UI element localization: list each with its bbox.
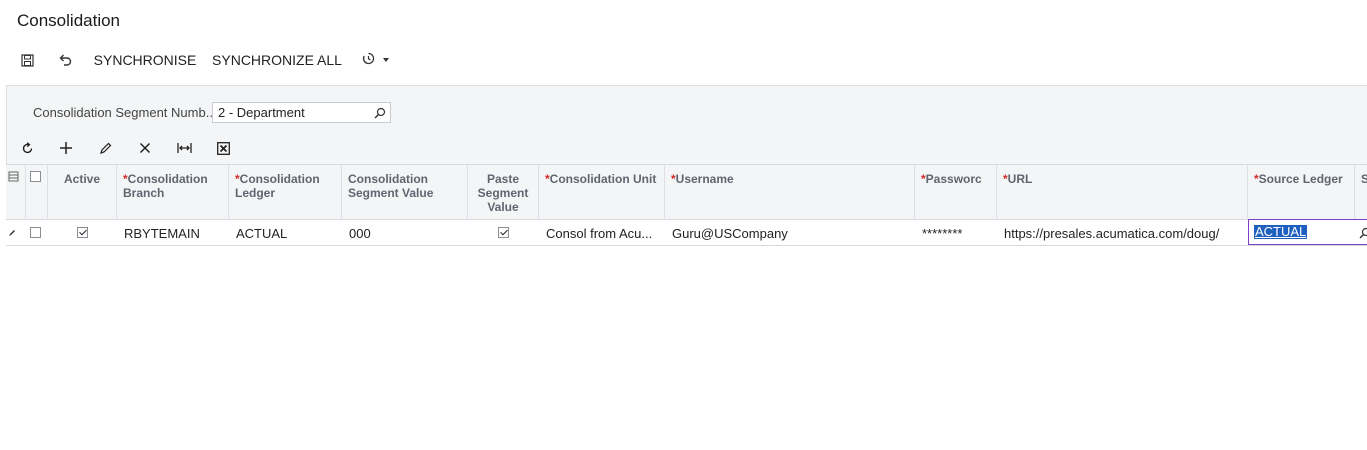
table-row[interactable]: RBYTEMAIN ACTUAL 000 Consol from Acu... … [6,219,1367,246]
col-consolidation-unit[interactable]: *Consolidation Unit [539,165,665,220]
select-all-checkbox[interactable] [26,165,48,220]
source-ledger-editor[interactable]: ACTUAL [1248,219,1367,245]
chevron-down-icon [382,58,389,62]
col-segment-value[interactable]: Consolidation Segment Value [342,165,468,220]
col-url[interactable]: *URL [997,165,1248,220]
col-consolidation-branch[interactable]: *Consolidation Branch [117,165,229,220]
col-paste-segment-value[interactable]: Paste Segment Value [468,165,539,220]
col-active[interactable]: Active [48,165,117,220]
grid-header: Active *Consolidation Branch *Consolidat… [6,165,1367,220]
clock-icon [362,52,375,68]
col-label: Consolidation Ledger [235,172,320,200]
search-icon[interactable] [1359,226,1367,244]
grid-toolbar [0,137,300,159]
paste-segment-checkbox[interactable] [498,227,509,238]
col-next[interactable]: S [1355,165,1367,220]
plus-icon[interactable] [55,137,77,159]
col-username[interactable]: *Username [665,165,915,220]
undo-icon[interactable] [54,46,76,74]
segment-number-field[interactable]: 2 - Department [212,102,391,123]
consolidation-grid: Active *Consolidation Branch *Consolidat… [6,164,1367,450]
col-password[interactable]: *Passworc [915,165,997,220]
fit-columns-icon[interactable] [173,137,195,159]
refresh-icon[interactable] [16,137,38,159]
history-dropdown[interactable] [357,46,393,74]
cell-url[interactable]: https://presales.acumatica.com/doug/ [997,220,1248,246]
col-consolidation-ledger[interactable]: *Consolidation Ledger [229,165,342,220]
cell-username[interactable]: Guru@USCompany [665,220,915,246]
export-excel-icon[interactable] [212,137,234,159]
col-label: Passworc [925,172,982,186]
cell-password[interactable]: ******** [915,220,997,246]
active-checkbox[interactable] [77,227,88,238]
row-edit-indicator [6,220,26,246]
col-label: Consolidation Branch [123,172,208,200]
col-source-ledger[interactable]: *Source Ledger [1248,165,1355,220]
row-select-checkbox[interactable] [26,220,48,246]
col-label: Consolidation Unit [549,172,657,186]
cell-ledger[interactable]: ACTUAL [229,220,342,246]
cell-paste-segment[interactable] [468,220,539,246]
cell-segment-value[interactable]: 000 [342,220,468,246]
col-label: Username [675,172,734,186]
segment-number-label: Consolidation Segment Numb... [33,105,217,120]
close-icon[interactable] [134,137,156,159]
col-label: Source Ledger [1258,172,1343,186]
pencil-icon[interactable] [94,137,116,159]
synchronize-all-button[interactable]: SYNCHRONIZE ALL [210,46,344,74]
search-icon[interactable] [374,106,386,119]
cell-branch[interactable]: RBYTEMAIN [117,220,229,246]
synchronise-button[interactable]: SYNCHRONISE [92,46,198,74]
segment-number-value: 2 - Department [218,105,305,120]
select-all-box[interactable] [30,171,41,182]
cell-unit[interactable]: Consol from Acu... [539,220,665,246]
source-ledger-input[interactable]: ACTUAL [1254,225,1308,239]
page-title: Consolidation [17,11,121,30]
row-selector-header[interactable] [6,165,26,220]
main-toolbar: SYNCHRONISE SYNCHRONIZE ALL [0,46,1367,74]
save-icon[interactable] [16,46,38,74]
col-label: URL [1007,172,1033,186]
row-select-box[interactable] [30,227,41,238]
cell-active[interactable] [48,220,117,246]
